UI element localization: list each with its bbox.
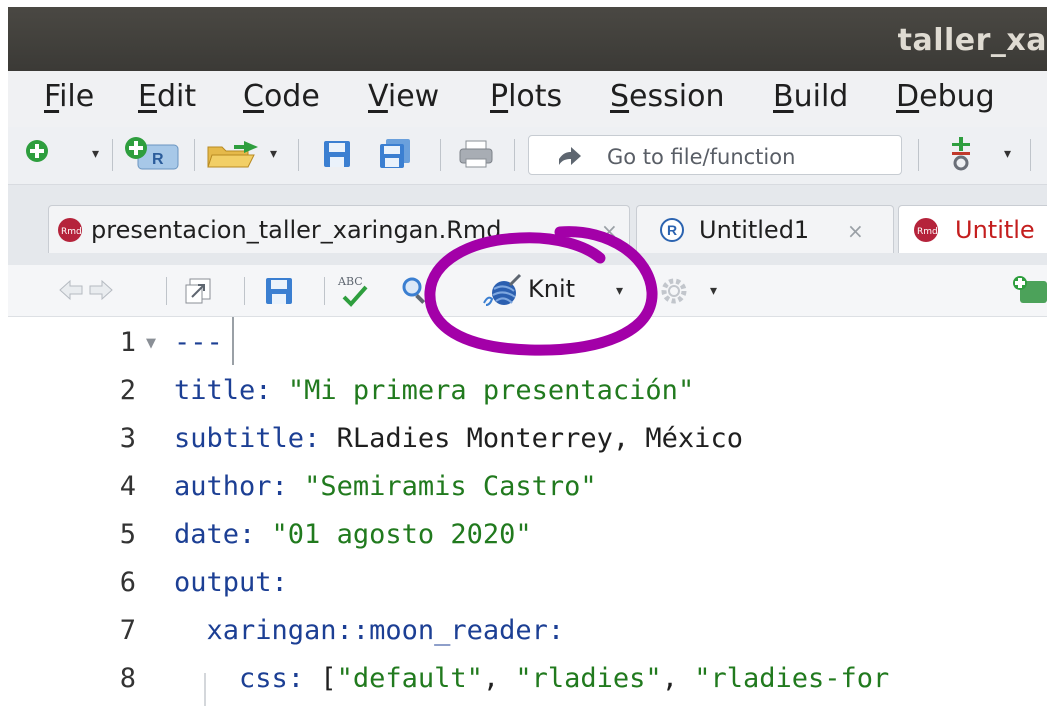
new-file-dropdown-icon[interactable]: ▾ (92, 146, 99, 162)
menu-code[interactable]: Code (243, 79, 320, 114)
back-arrow-icon[interactable] (58, 277, 84, 303)
print-icon[interactable] (458, 139, 496, 169)
line-number: 1 (119, 327, 136, 358)
editor-tab-strip: Rmd presentacion_taller_xaringan.Rmd × R… (8, 185, 1047, 265)
svg-text:Rmd: Rmd (917, 227, 938, 237)
line-number-gutter: 1 ▼ 2 3 4 5 6 7 8 (8, 317, 158, 706)
go-to-placeholder: Go to file/function (607, 145, 796, 169)
forward-arrow-icon[interactable] (88, 277, 114, 303)
rmd-icon: Rmd (914, 218, 938, 242)
rmd-icon: Rmd (58, 218, 82, 242)
code-line-5: date: "01 agosto 2020" (174, 519, 532, 550)
tab-untitled1[interactable]: R Untitled1 × (636, 205, 894, 253)
tab-label: Untitled1 (699, 216, 810, 244)
save-all-icon[interactable] (378, 137, 412, 169)
line-number: 3 (119, 423, 136, 454)
menu-session[interactable]: Session (610, 79, 724, 114)
menu-build[interactable]: Build (773, 79, 848, 114)
knit-dropdown-icon[interactable]: ▾ (616, 283, 623, 299)
open-folder-icon[interactable] (204, 137, 264, 171)
tab-presentacion[interactable]: Rmd presentacion_taller_xaringan.Rmd × (48, 205, 630, 253)
line-number: 2 (119, 375, 136, 406)
tab-untitled-active[interactable]: Rmd Untitle (898, 205, 1047, 253)
new-file-icon[interactable] (24, 137, 54, 167)
menu-bar: File Edit Code View Plots Session Build … (8, 71, 1047, 127)
menu-plots[interactable]: Plots (490, 79, 562, 114)
line-number: 6 (119, 567, 136, 598)
menu-debug[interactable]: Debug (896, 79, 995, 114)
tab-close-icon[interactable]: × (601, 219, 618, 243)
tab-label: Untitle (955, 216, 1035, 244)
code-line-2: title: "Mi primera presentación" (174, 375, 695, 406)
gear-dropdown-icon[interactable]: ▾ (710, 283, 717, 299)
go-to-arrow-icon (559, 147, 581, 165)
window-titlebar: taller_xa (8, 7, 1047, 71)
save-icon[interactable] (322, 139, 352, 169)
knit-button-label[interactable]: Knit (528, 275, 575, 303)
svg-text:ABC: ABC (337, 275, 363, 288)
line-number: 5 (119, 519, 136, 550)
code-line-7: xaringan::moon_reader: (174, 615, 565, 646)
code-line-1: --- (174, 327, 223, 358)
spellcheck-icon[interactable]: ABC (334, 273, 374, 309)
svg-text:Rmd: Rmd (61, 227, 82, 237)
menu-file[interactable]: File (44, 79, 94, 114)
line-number: 4 (119, 471, 136, 502)
line-number: 7 (119, 615, 136, 646)
knit-icon[interactable] (480, 273, 522, 309)
tab-label: presentacion_taller_xaringan.Rmd (91, 216, 502, 244)
search-icon[interactable] (400, 275, 430, 305)
save-icon[interactable] (264, 276, 294, 306)
gear-icon[interactable] (658, 275, 690, 307)
go-to-file-input[interactable]: Go to file/function (528, 135, 902, 175)
code-line-4: author: "Semiramis Castro" (174, 471, 597, 502)
code-editor[interactable]: 1 ▼ 2 3 4 5 6 7 8 --- title: "Mi primera… (8, 317, 1047, 706)
code-line-3: subtitle: RLadies Monterrey, México (174, 423, 743, 454)
show-in-window-icon[interactable] (184, 277, 212, 305)
r-script-icon: R (660, 218, 684, 242)
window-title: taller_xa (897, 23, 1047, 58)
tab-close-icon[interactable]: × (847, 219, 864, 243)
menu-view[interactable]: View (368, 79, 439, 114)
line-number: 8 (119, 663, 136, 694)
menu-edit[interactable]: Edit (138, 79, 196, 114)
editor-toolbar: ABC Knit ▾ ▾ (8, 265, 1047, 317)
git-dropdown-icon[interactable]: ▾ (1004, 146, 1011, 162)
insert-chunk-icon[interactable] (1012, 275, 1047, 305)
main-toolbar: ▾ R ▾ Go to file/function ▾ (8, 127, 1047, 185)
fold-toggle-icon[interactable]: ▼ (146, 336, 156, 351)
git-icon[interactable] (948, 137, 974, 171)
text-cursor (232, 317, 234, 365)
new-project-icon[interactable]: R (122, 135, 184, 173)
open-dropdown-icon[interactable]: ▾ (270, 146, 277, 162)
svg-text:R: R (667, 222, 677, 238)
code-line-6: output: (174, 567, 288, 598)
code-line-8: css: ["default", "rladies", "rladies-for (174, 663, 890, 694)
svg-text:R: R (152, 151, 164, 168)
